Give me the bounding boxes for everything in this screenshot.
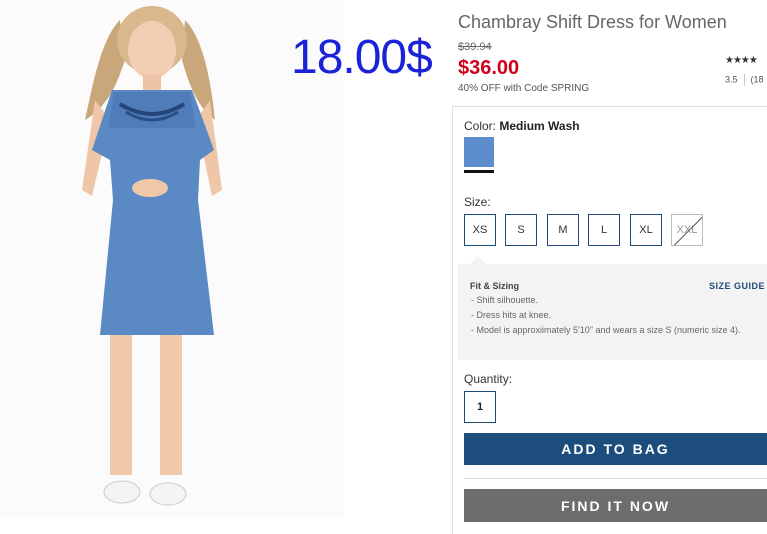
size-option-xs[interactable]: XS	[464, 214, 496, 246]
quantity-label: Quantity:	[464, 372, 513, 386]
quantity-input[interactable]: 1	[464, 391, 496, 423]
fit-detail-item: - Shift silhouette.	[471, 295, 539, 305]
rating-value: 3.5	[725, 74, 738, 85]
overlay-price-annotation: 18.00$	[291, 31, 433, 84]
product-title: Chambray Shift Dress for Women	[458, 12, 727, 32]
color-label-text: Color:	[464, 119, 497, 133]
find-it-now-button[interactable]: FIND IT NOW	[464, 489, 767, 522]
promo-text: 40% OFF with Code SPRING	[458, 83, 590, 94]
divider	[464, 478, 767, 479]
size-option-xl[interactable]: XL	[630, 214, 662, 246]
fit-details-list: - Shift silhouette. - Dress hits at knee…	[471, 295, 763, 340]
rating-stars-icon[interactable]: ★★★★	[725, 55, 758, 66]
rating-summary[interactable]: 3.5 (18	[725, 74, 764, 86]
selected-color-name: Medium Wash	[499, 119, 580, 133]
sale-price: $36.00	[458, 57, 520, 79]
size-option-s[interactable]: S	[505, 214, 537, 246]
fit-detail-item: - Dress hits at knee.	[471, 310, 552, 320]
original-price: $39.94	[458, 41, 492, 53]
size-option-xxl-unavailable[interactable]: XXL	[671, 214, 703, 246]
size-guide-link[interactable]: SIZE GUIDE	[709, 281, 765, 291]
fit-detail-item: - Model is approxiimately 5'10" and wear…	[471, 325, 741, 335]
add-to-bag-button[interactable]: ADD TO BAG	[464, 433, 767, 465]
size-label: Size:	[464, 195, 491, 209]
size-option-l[interactable]: L	[588, 214, 620, 246]
review-count-link[interactable]: (18	[751, 74, 764, 84]
fit-box-pointer	[470, 256, 486, 264]
rating-divider	[743, 74, 745, 86]
color-label: Color: Medium Wash	[464, 119, 580, 133]
selected-swatch-indicator	[464, 170, 494, 173]
color-swatch-medium-wash[interactable]	[464, 137, 494, 167]
size-option-m[interactable]: M	[547, 214, 579, 246]
fit-sizing-title: Fit & Sizing	[470, 281, 519, 291]
